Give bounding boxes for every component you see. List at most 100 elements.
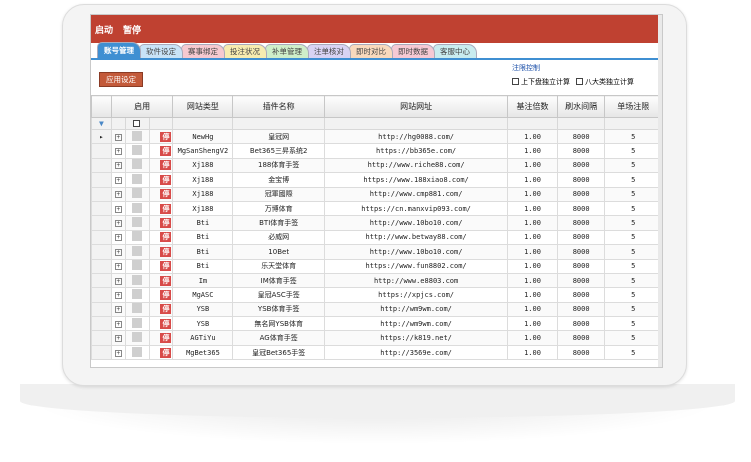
- enabled-toggle[interactable]: [124, 287, 150, 303]
- url-cell[interactable]: http://3569e.com/: [323, 344, 509, 361]
- site-type-cell[interactable]: Xj188: [172, 186, 234, 202]
- limit-cell[interactable]: 5: [604, 287, 662, 303]
- limit-cell[interactable]: 5: [604, 128, 662, 145]
- site-type-cell[interactable]: Bti: [172, 229, 234, 246]
- table-row[interactable]: ▸ + 停 NewHg 皇冠网 http://hg0088.com/1.00 8000 5: [91, 128, 662, 145]
- row-selector[interactable]: [91, 301, 112, 318]
- stop-badge[interactable]: 停: [148, 186, 174, 202]
- limit-cell[interactable]: 5: [604, 143, 662, 159]
- table-row[interactable]: + 停 MgBet365 皇冠Bet365手签 http://3569e.com/1.0…: [91, 344, 662, 361]
- expand-icon[interactable]: +: [110, 172, 126, 188]
- interval-cell[interactable]: 8000: [556, 128, 606, 145]
- site-type-cell[interactable]: Bti: [172, 244, 234, 260]
- row-selector[interactable]: [91, 316, 112, 332]
- interval-cell[interactable]: 8000: [556, 186, 606, 202]
- url-cell[interactable]: http://www.betway88.com/: [323, 229, 509, 246]
- pause-button[interactable]: 暂停: [123, 23, 141, 36]
- row-selector[interactable]: [91, 287, 112, 303]
- expand-icon[interactable]: +: [110, 258, 126, 274]
- expand-icon[interactable]: +: [110, 287, 126, 303]
- interval-cell[interactable]: 8000: [556, 157, 606, 174]
- interval-cell[interactable]: 8000: [556, 172, 606, 188]
- expand-icon[interactable]: +: [110, 330, 126, 346]
- site-type-cell[interactable]: MgASC: [172, 287, 234, 303]
- interval-cell[interactable]: 8000: [556, 301, 606, 318]
- multiplier-cell[interactable]: 1.00: [507, 244, 558, 260]
- plugin-cell[interactable]: 必威网: [232, 229, 325, 246]
- multiplier-cell[interactable]: 1.00: [507, 316, 558, 332]
- table-row[interactable]: + 停 Xj188 万博体育 https://cn.manxvip093.com/1.0…: [91, 200, 662, 217]
- vertical-scrollbar[interactable]: [658, 15, 662, 367]
- stop-badge[interactable]: 停: [148, 316, 174, 332]
- plugin-cell[interactable]: 乐天堂体育: [232, 258, 325, 274]
- row-selector[interactable]: [91, 344, 112, 361]
- stop-badge[interactable]: 停: [148, 172, 174, 188]
- expand-icon[interactable]: +: [110, 186, 126, 202]
- plugin-cell[interactable]: AG体育手签: [232, 330, 325, 346]
- row-selector[interactable]: [91, 244, 112, 260]
- url-cell[interactable]: https://www.fun8802.com/: [323, 258, 509, 274]
- apply-settings-button[interactable]: 应用设定: [99, 72, 143, 87]
- site-type-cell[interactable]: Bti: [172, 215, 234, 231]
- stop-badge[interactable]: 停: [148, 128, 174, 145]
- multiplier-cell[interactable]: 1.00: [507, 287, 558, 303]
- url-cell[interactable]: http://hg0088.com/: [323, 128, 509, 145]
- multiplier-cell[interactable]: 1.00: [507, 215, 558, 231]
- multiplier-cell[interactable]: 1.00: [507, 200, 558, 217]
- url-cell[interactable]: http://www.10bo10.com/: [323, 215, 509, 231]
- plugin-cell[interactable]: 188体育手签: [232, 157, 325, 174]
- row-selector[interactable]: ▸: [91, 128, 112, 145]
- site-type-cell[interactable]: AGTiYu: [172, 330, 234, 346]
- url-cell[interactable]: http://wm9wm.com/: [323, 316, 509, 332]
- row-selector[interactable]: [91, 272, 112, 289]
- expand-icon[interactable]: +: [110, 316, 126, 332]
- multiplier-cell[interactable]: 1.00: [507, 258, 558, 274]
- stop-badge[interactable]: 停: [148, 157, 174, 174]
- filter-checkbox[interactable]: [132, 119, 140, 127]
- plugin-cell[interactable]: 冠軍國際: [232, 186, 325, 202]
- independent-category-option[interactable]: 八大类独立计算: [576, 77, 634, 87]
- interval-cell[interactable]: 8000: [556, 330, 606, 346]
- row-selector[interactable]: [91, 186, 112, 202]
- row-selector[interactable]: [91, 229, 112, 246]
- url-cell[interactable]: http://www.e8803.com: [323, 272, 509, 289]
- site-type-cell[interactable]: YSB: [172, 301, 234, 318]
- enabled-toggle[interactable]: [124, 258, 150, 274]
- plugin-cell[interactable]: BTI体育手签: [232, 215, 325, 231]
- table-row[interactable]: + 停 YSB YSB体育手签 http://wm9wm.com/1.00 8000 5: [91, 301, 662, 318]
- stop-badge[interactable]: 停: [148, 258, 174, 274]
- limit-cell[interactable]: 5: [604, 186, 662, 202]
- site-type-cell[interactable]: YSB: [172, 316, 234, 332]
- url-cell[interactable]: http://www.10bo10.com/: [323, 244, 509, 260]
- column-header-url[interactable]: 网站网址: [323, 95, 509, 118]
- column-header-site-type[interactable]: 网站类型: [172, 95, 234, 118]
- row-selector[interactable]: [91, 330, 112, 346]
- site-type-cell[interactable]: Bti: [172, 258, 234, 274]
- interval-cell[interactable]: 8000: [556, 229, 606, 246]
- site-type-cell[interactable]: Xj188: [172, 200, 234, 217]
- stop-badge[interactable]: 停: [148, 301, 174, 318]
- column-header-multiplier[interactable]: 基注倍数: [507, 95, 558, 118]
- stop-badge[interactable]: 停: [148, 143, 174, 159]
- tab-6[interactable]: 注单核对: [307, 44, 351, 58]
- plugin-cell[interactable]: 10Bet: [232, 244, 325, 260]
- table-row[interactable]: + 停 YSB 無名网YSB体育 http://wm9wm.com/1.00 8000 5: [91, 316, 662, 332]
- tab-2[interactable]: 软件设定: [139, 44, 183, 58]
- interval-cell[interactable]: 8000: [556, 344, 606, 361]
- expand-icon[interactable]: +: [110, 272, 126, 289]
- site-type-cell[interactable]: MgSanShengV2: [172, 143, 234, 159]
- expand-icon[interactable]: +: [110, 344, 126, 361]
- site-type-cell[interactable]: Im: [172, 272, 234, 289]
- interval-cell[interactable]: 8000: [556, 272, 606, 289]
- expand-icon[interactable]: +: [110, 244, 126, 260]
- multiplier-cell[interactable]: 1.00: [507, 330, 558, 346]
- enabled-toggle[interactable]: [124, 301, 150, 318]
- url-cell[interactable]: https://cn.manxvip093.com/: [323, 200, 509, 217]
- table-row[interactable]: + 停 Bti 10Bet http://www.10bo10.com/1.00 8000…: [91, 244, 662, 260]
- enabled-toggle[interactable]: [124, 330, 150, 346]
- url-cell[interactable]: https://www.188xiao8.com/: [323, 172, 509, 188]
- site-type-cell[interactable]: Xj188: [172, 172, 234, 188]
- column-header-limit[interactable]: 单场注限: [604, 95, 662, 118]
- multiplier-cell[interactable]: 1.00: [507, 128, 558, 145]
- tab-4[interactable]: 投注状况: [223, 44, 267, 58]
